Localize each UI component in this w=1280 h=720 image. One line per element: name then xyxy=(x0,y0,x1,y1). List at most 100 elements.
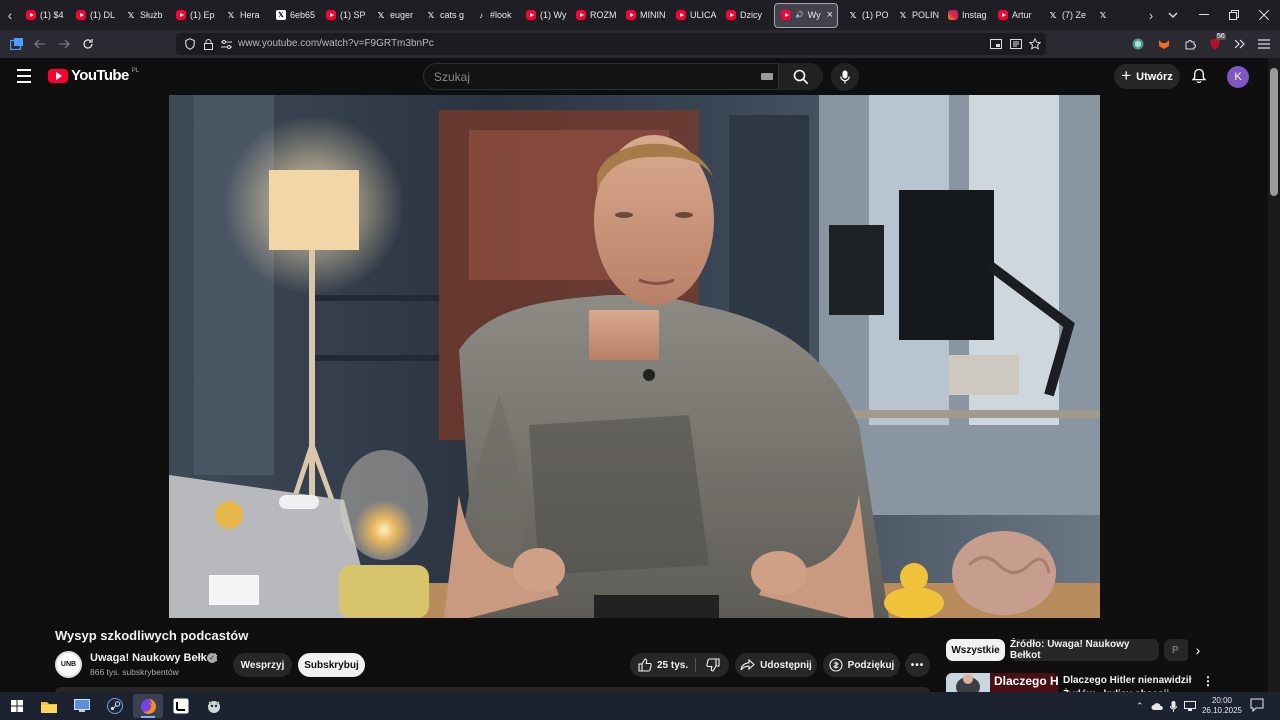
subscriber-count: 866 tys. subskrybentów xyxy=(90,667,179,677)
browser-tab[interactable]: Artur xyxy=(992,0,1042,30)
extension-badge-count: 56 xyxy=(1216,33,1226,40)
account-avatar[interactable]: K xyxy=(1227,66,1249,88)
search-input[interactable] xyxy=(434,69,734,85)
search-button[interactable] xyxy=(779,63,823,90)
forward-arrow-icon[interactable] xyxy=(54,34,74,54)
tab-groups-icon[interactable] xyxy=(6,34,26,54)
channel-name[interactable]: Uwaga! Naukowy Bełkot xyxy=(90,652,217,664)
bookmark-star-icon[interactable] xyxy=(1025,34,1045,54)
video-player[interactable] xyxy=(169,95,1100,618)
permissions-icon[interactable] xyxy=(216,34,236,54)
more-actions-button[interactable]: ••• xyxy=(905,653,930,677)
clock-time: 20:00 xyxy=(1211,696,1233,705)
chip-all[interactable]: Wszystkie xyxy=(946,639,1005,661)
browser-tab[interactable]: (1) $4 xyxy=(20,0,70,30)
tray-microphone-icon[interactable] xyxy=(1169,700,1177,712)
browser-tab[interactable]: 𝕏 xyxy=(1092,0,1142,30)
subscribe-button[interactable]: Subskrybuj xyxy=(298,653,365,677)
chip-partial[interactable]: P xyxy=(1164,639,1190,661)
create-button[interactable]: + Utwórz xyxy=(1114,64,1180,89)
x-favicon-icon: 𝕏 xyxy=(899,10,907,20)
chip-source-channel[interactable]: Źródło: Uwaga! Naukowy Bełkot xyxy=(1010,639,1159,661)
ublock-extension-icon[interactable]: 56 xyxy=(1206,33,1226,54)
browser-tab[interactable]: 𝕏 6eb65 xyxy=(270,0,320,30)
back-arrow-icon[interactable] xyxy=(30,34,50,54)
close-tab-icon[interactable]: × xyxy=(827,9,833,21)
reader-view-icon[interactable] xyxy=(1006,34,1026,54)
browser-tab-active[interactable]: 🔊 Wy × xyxy=(774,2,838,28)
browser-tab[interactable]: (1) SP xyxy=(320,0,370,30)
keyboard-icon[interactable] xyxy=(761,73,773,80)
tray-chevron-up-icon[interactable]: ⌃ xyxy=(1136,701,1144,712)
firefox-icon[interactable] xyxy=(133,694,163,718)
picture-in-picture-icon[interactable] xyxy=(986,34,1006,54)
list-all-tabs-icon[interactable] xyxy=(1160,0,1186,30)
voice-search-button[interactable] xyxy=(831,63,859,91)
lock-icon[interactable] xyxy=(198,34,218,54)
tabs-scroll-right-icon[interactable]: › xyxy=(1142,0,1160,30)
tracking-protection-shield-icon[interactable] xyxy=(180,34,200,54)
youtube-logo[interactable]: YouTube PL xyxy=(48,67,139,84)
notification-center-icon[interactable] xyxy=(1250,698,1266,714)
taskbar-clock[interactable]: 20:00 26.10.2025 xyxy=(1200,696,1244,716)
file-explorer-icon[interactable] xyxy=(34,694,64,718)
url-text[interactable]: www.youtube.com/watch?v=F9GRTm3bnPc xyxy=(238,38,434,49)
recommended-thumbnail[interactable]: Dlaczego Hitler xyxy=(946,673,1058,692)
minimize-window-icon[interactable] xyxy=(1188,0,1220,30)
dislike-button[interactable] xyxy=(696,653,729,677)
browser-tab[interactable]: ROZM xyxy=(570,0,620,30)
steam-icon[interactable] xyxy=(100,694,130,718)
restore-window-icon[interactable] xyxy=(1218,0,1250,30)
page-scrollbar[interactable] xyxy=(1268,58,1280,692)
support-button[interactable]: Wesprzyj xyxy=(233,653,292,677)
address-bar[interactable]: www.youtube.com/watch?v=F9GRTm3bnPc xyxy=(176,33,1046,55)
browser-tab[interactable]: MININ xyxy=(620,0,670,30)
channel-avatar[interactable]: UNB xyxy=(55,651,82,678)
computer-monitor-icon[interactable] xyxy=(67,694,97,718)
app-mascot-icon[interactable] xyxy=(199,694,229,718)
browser-tab[interactable]: ♪ #look xyxy=(470,0,520,30)
scrollbar-thumb[interactable] xyxy=(1270,68,1278,196)
bell-icon xyxy=(1192,68,1206,84)
recommended-more-vert-icon[interactable]: ⋮ xyxy=(1200,673,1216,689)
browser-tab[interactable]: 𝕏 Hera xyxy=(220,0,270,30)
tab-label: Artur xyxy=(1012,10,1032,20)
x-favicon-icon: 𝕏 xyxy=(276,10,286,20)
browser-tab[interactable]: 𝕏euger xyxy=(370,0,420,30)
guide-menu-button[interactable] xyxy=(12,64,36,88)
browser-tab[interactable]: 𝕏 (7) Ze xyxy=(1042,0,1092,30)
tab-label: Dzicy xyxy=(740,10,762,20)
browser-tab[interactable]: 𝕏 Służb xyxy=(120,0,170,30)
more-tools-chevron-icon[interactable] xyxy=(1230,34,1250,54)
thanks-button[interactable]: Podziękuj xyxy=(823,653,900,677)
browser-tab[interactable]: 𝕏 (1) PO xyxy=(842,0,892,30)
browser-tab[interactable]: 𝕏 POLIN xyxy=(892,0,942,30)
chips-next-chevron-icon[interactable]: › xyxy=(1188,640,1208,660)
app-menu-icon[interactable] xyxy=(1254,34,1274,54)
notion-app-icon[interactable] xyxy=(166,694,196,718)
onedrive-cloud-icon[interactable] xyxy=(1151,702,1163,710)
browser-tab[interactable]: (1) DL xyxy=(70,0,120,30)
share-button[interactable]: Udostępnij xyxy=(735,653,817,677)
fox-extension-icon[interactable] xyxy=(1154,34,1174,54)
browser-tab[interactable]: ULICA xyxy=(670,0,720,30)
windows-start-icon[interactable] xyxy=(2,694,32,718)
extensions-puzzle-icon[interactable] xyxy=(1180,34,1200,54)
close-window-icon[interactable] xyxy=(1248,0,1280,30)
youtube-favicon-icon xyxy=(76,10,86,20)
browser-tab[interactable]: Instag xyxy=(942,0,992,30)
speaker-icon[interactable]: 🔊 xyxy=(795,11,804,19)
tabs-scroll-left-icon[interactable]: ‹ xyxy=(0,0,20,30)
notifications-button[interactable] xyxy=(1188,65,1210,87)
browser-tab[interactable]: (1) Wy xyxy=(520,0,570,30)
share-arrow-icon xyxy=(740,659,755,671)
recommended-title[interactable]: Dlaczego Hitler nienawidził Żydów - kuli… xyxy=(1063,674,1193,692)
like-button[interactable]: 25 tys. xyxy=(630,653,694,677)
network-monitor-icon[interactable] xyxy=(1183,701,1196,711)
search-box[interactable] xyxy=(423,63,779,90)
browser-tab[interactable]: (1) Ep xyxy=(170,0,220,30)
reload-icon[interactable] xyxy=(78,34,98,54)
browser-tab[interactable]: Dzicy xyxy=(720,0,770,30)
vpn-shield-extension-icon[interactable] xyxy=(1128,34,1148,54)
browser-tab[interactable]: 𝕏cats g xyxy=(420,0,470,30)
